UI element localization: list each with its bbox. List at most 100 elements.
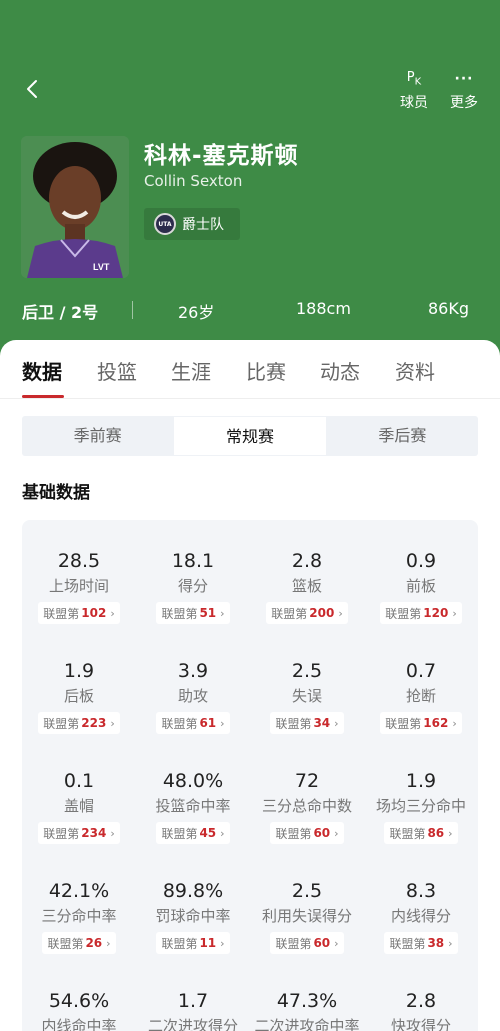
stat-value: 47.3% bbox=[276, 990, 338, 1012]
league-rank-pill[interactable]: 联盟第 34 › bbox=[270, 712, 344, 734]
stat-label: 后板 bbox=[63, 687, 94, 705]
stat-value: 72 bbox=[294, 770, 320, 792]
chevron-right-icon: › bbox=[448, 936, 453, 950]
rank-number: 120 bbox=[423, 606, 449, 620]
pk-icon: PK bbox=[406, 70, 422, 88]
team-badge[interactable]: UTA 爵士队 bbox=[144, 208, 240, 240]
svg-text:LVT: LVT bbox=[93, 262, 110, 272]
segment-regular[interactable]: 常规赛 bbox=[173, 416, 327, 456]
player-age: 26岁 bbox=[178, 303, 215, 322]
section-title: 基础数据 bbox=[22, 483, 90, 503]
segment-preseason[interactable]: 季前赛 bbox=[22, 416, 173, 456]
rank-number: 86 bbox=[427, 826, 445, 840]
stat-item: 18.1 得分 联盟第 51 › bbox=[136, 548, 250, 624]
stat-label: 上场时间 bbox=[48, 577, 109, 595]
league-rank-pill[interactable]: 联盟第 120 › bbox=[380, 602, 462, 624]
rank-number: 200 bbox=[309, 606, 335, 620]
chevron-right-icon: › bbox=[452, 606, 457, 620]
player-name-cn: 科林-塞克斯顿 bbox=[144, 143, 299, 169]
stat-label: 利用失误得分 bbox=[261, 907, 352, 925]
tab-data[interactable]: 数据 bbox=[22, 356, 62, 385]
chevron-right-icon: › bbox=[334, 716, 339, 730]
rank-number: 162 bbox=[423, 716, 449, 730]
rank-number: 60 bbox=[313, 936, 331, 950]
player-info-row: 后卫 / 2号 26岁 188cm 86Kg bbox=[0, 296, 500, 324]
pk-button[interactable]: PK 球员 bbox=[394, 68, 434, 112]
stat-label: 快攻得分 bbox=[390, 1017, 451, 1031]
more-label: 更多 bbox=[450, 95, 478, 111]
chevron-right-icon: › bbox=[110, 606, 115, 620]
stat-value: 28.5 bbox=[57, 550, 101, 572]
league-rank-pill[interactable]: 联盟第 162 › bbox=[380, 712, 462, 734]
stat-value: 3.9 bbox=[177, 660, 209, 682]
league-rank-pill[interactable]: 联盟第 26 › bbox=[42, 932, 116, 954]
tab-career[interactable]: 生涯 bbox=[171, 356, 211, 385]
stat-value: 0.1 bbox=[63, 770, 95, 792]
league-rank-pill[interactable]: 联盟第 200 › bbox=[266, 602, 348, 624]
tab-profile[interactable]: 资料 bbox=[395, 356, 435, 385]
rank-prefix: 联盟第 bbox=[275, 826, 312, 841]
rank-number: 45 bbox=[199, 826, 217, 840]
rank-prefix: 联盟第 bbox=[275, 716, 312, 731]
more-icon: ··· bbox=[454, 71, 474, 87]
stat-item: 28.5 上场时间联盟第 102 › bbox=[22, 548, 136, 624]
segment-playoffs[interactable]: 季后赛 bbox=[327, 416, 478, 456]
tab-games[interactable]: 比赛 bbox=[246, 356, 286, 385]
league-rank-pill[interactable]: 联盟第 38 › bbox=[384, 932, 458, 954]
rank-prefix: 联盟第 bbox=[271, 606, 308, 621]
league-rank-pill[interactable]: 联盟第 51 › bbox=[156, 602, 230, 624]
league-rank-pill[interactable]: 联盟第 223 › bbox=[38, 712, 120, 734]
stat-label: 盖帽 bbox=[63, 797, 94, 815]
stat-value: 2.5 bbox=[291, 880, 323, 902]
stat-item: 42.1% 三分命中率联盟第 26 › bbox=[22, 878, 136, 954]
stat-value: 0.9 bbox=[405, 550, 437, 572]
stat-label: 三分命中率 bbox=[41, 907, 117, 925]
chevron-right-icon: › bbox=[338, 606, 343, 620]
stat-item: 2.5 利用失误得分联盟第 60 › bbox=[250, 878, 364, 954]
stat-value: 2.8 bbox=[405, 990, 437, 1012]
stat-label: 得分 bbox=[177, 577, 208, 595]
league-rank-pill[interactable]: 联盟第 45 › bbox=[156, 822, 230, 844]
player-name-en: Collin Sexton bbox=[144, 172, 243, 190]
back-button[interactable] bbox=[18, 74, 48, 104]
stat-item: 8.3 内线得分 联盟第 38 › bbox=[364, 878, 478, 954]
stat-label: 三分总命中数 bbox=[261, 797, 352, 815]
tab-news[interactable]: 动态 bbox=[320, 356, 360, 385]
chevron-right-icon: › bbox=[106, 936, 111, 950]
stat-label: 二次进攻得分 bbox=[147, 1017, 238, 1031]
league-rank-pill[interactable]: 联盟第 61 › bbox=[156, 712, 230, 734]
league-rank-pill[interactable]: 联盟第 102 › bbox=[38, 602, 120, 624]
stat-value: 48.0% bbox=[162, 770, 224, 792]
stat-value: 1.9 bbox=[405, 770, 437, 792]
chevron-right-icon: › bbox=[448, 826, 453, 840]
league-rank-pill[interactable]: 联盟第 11 › bbox=[156, 932, 230, 954]
stat-value: 54.6% bbox=[48, 990, 110, 1012]
stat-label: 罚球命中率 bbox=[155, 907, 231, 925]
stat-value: 42.1% bbox=[48, 880, 110, 902]
league-rank-pill[interactable]: 联盟第 60 › bbox=[270, 822, 344, 844]
player-position: 后卫 / 2号 bbox=[22, 303, 99, 322]
league-rank-pill[interactable]: 联盟第 234 › bbox=[38, 822, 120, 844]
stat-item: 1.9 场均三分命中 联盟第 86 › bbox=[364, 768, 478, 844]
league-rank-pill[interactable]: 联盟第 60 › bbox=[270, 932, 344, 954]
chevron-left-icon bbox=[27, 80, 37, 98]
stat-label: 失误 bbox=[291, 687, 322, 705]
more-button[interactable]: ··· 更多 bbox=[444, 68, 484, 112]
stat-item: 0.7 抢断 联盟第 162 › bbox=[364, 658, 478, 734]
team-logo-icon: UTA bbox=[154, 213, 176, 235]
rank-prefix: 联盟第 bbox=[161, 826, 198, 841]
chevron-right-icon: › bbox=[334, 936, 339, 950]
chevron-right-icon: › bbox=[220, 826, 225, 840]
stat-item: 2.8 篮板 联盟第 200 › bbox=[250, 548, 364, 624]
stat-label: 二次进攻命中率 bbox=[254, 1017, 360, 1031]
rank-prefix: 联盟第 bbox=[275, 936, 312, 951]
stat-item: 2.5 失误联盟第 34 › bbox=[250, 658, 364, 734]
rank-prefix: 联盟第 bbox=[385, 606, 422, 621]
rank-prefix: 联盟第 bbox=[161, 716, 198, 731]
rank-number: 38 bbox=[427, 936, 445, 950]
tab-shooting[interactable]: 投篮 bbox=[97, 356, 137, 385]
rank-prefix: 联盟第 bbox=[47, 936, 84, 951]
stat-item: 47.3% 二次进攻命中率 bbox=[250, 988, 364, 1031]
stat-value: 2.5 bbox=[291, 660, 323, 682]
league-rank-pill[interactable]: 联盟第 86 › bbox=[384, 822, 458, 844]
